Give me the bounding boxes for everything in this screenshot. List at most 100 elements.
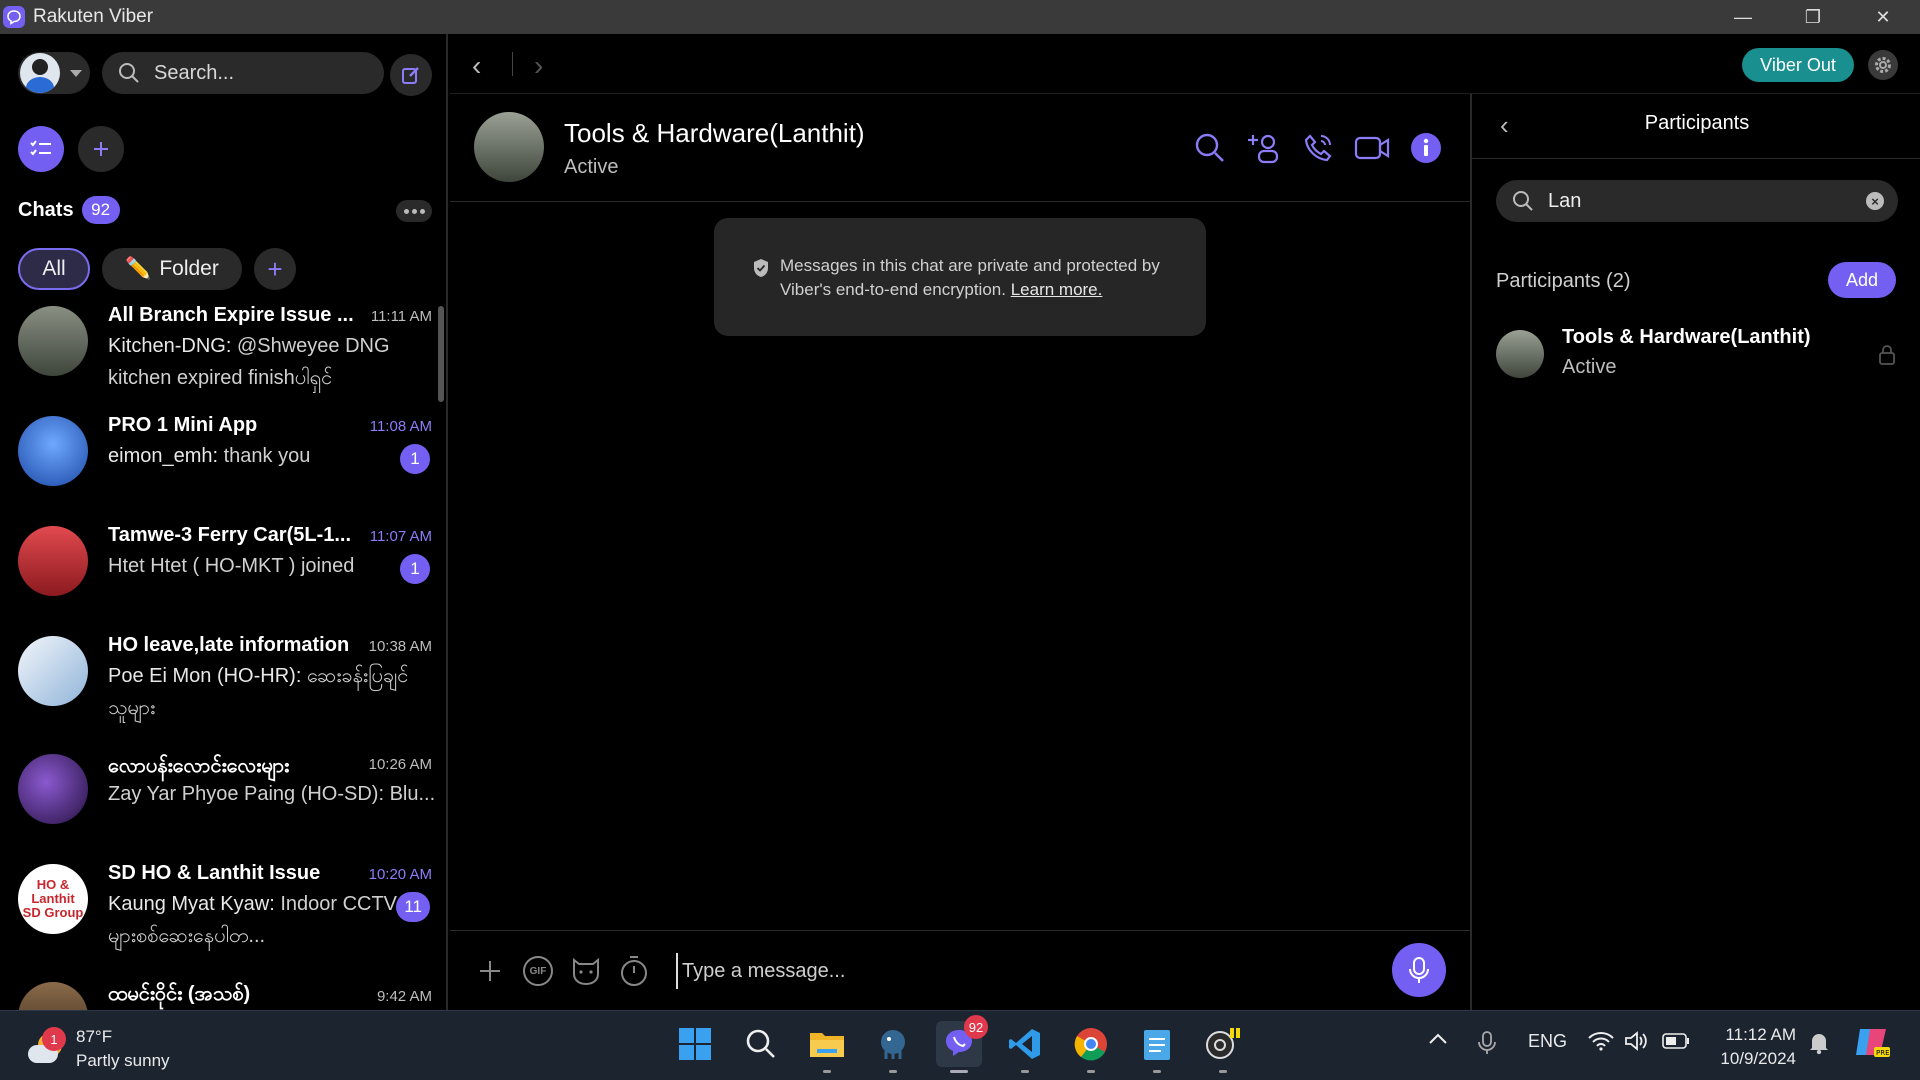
search-in-chat-button[interactable] (1190, 128, 1230, 168)
add-folder-button[interactable]: + (254, 248, 296, 290)
notification-bell-icon[interactable] (1808, 1031, 1830, 1060)
chat-name: HO leave,late information (108, 634, 350, 656)
system-clock[interactable]: 11:12 AM 10/9/2024 (1712, 1023, 1796, 1071)
start-button[interactable] (672, 1021, 718, 1067)
gif-button[interactable]: GIF (520, 953, 556, 989)
viber-app[interactable]: 92 (936, 1015, 988, 1073)
chat-time: 11:07 AM (369, 528, 432, 545)
unread-badge: 1 (400, 554, 430, 584)
viber-out-button[interactable]: Viber Out (1742, 48, 1854, 82)
attach-button[interactable] (472, 953, 508, 989)
postgres-app[interactable] (870, 1021, 916, 1073)
list-item[interactable]: လောပန်းလောင်းလေးများ 10:26 AM Zay Yar Ph… (0, 752, 440, 862)
chat-sender: Kaung Myat Kyaw: (108, 893, 275, 915)
back-arrow-icon[interactable]: ‹ (472, 50, 481, 82)
search-placeholder: Search... (154, 61, 235, 84)
obs-app[interactable] (1200, 1021, 1246, 1073)
nav-divider (512, 52, 513, 76)
navigation-bar: ‹ › (450, 34, 1920, 94)
list-item[interactable]: HO & Lanthit SD Group SD HO & Lanthit Iss… (0, 862, 440, 972)
participant-search-input[interactable]: Lan × (1496, 180, 1898, 222)
settings-button[interactable] (1868, 50, 1898, 80)
chat-preview: Htet Htet ( HO-MKT ) joined (108, 555, 355, 577)
chat-time: 10:20 AM (368, 866, 432, 883)
compose-button[interactable] (390, 54, 432, 96)
chat-name: ထမင်းဝိုင်း (အသစ်) (108, 983, 251, 1005)
message-input[interactable]: Type a message... (676, 953, 1376, 989)
filter-folder[interactable]: ✏️ Folder (102, 248, 242, 290)
chevron-down-icon[interactable] (70, 69, 82, 77)
volume-icon[interactable] (1624, 1031, 1648, 1056)
chats-header: Chats 92 (18, 196, 120, 224)
more-options-button[interactable] (396, 200, 432, 222)
weather-icon: 1 (28, 1027, 66, 1067)
chrome-icon (1074, 1028, 1107, 1061)
gif-icon: GIF (523, 956, 553, 986)
chat-list-scrollbar[interactable] (438, 306, 444, 402)
vscode-app[interactable] (1002, 1021, 1048, 1073)
search-input[interactable]: Search... (102, 52, 384, 94)
checklist-icon (30, 140, 51, 156)
weather-badge: 1 (42, 1027, 66, 1051)
sticker-button[interactable] (568, 953, 604, 989)
profile-switcher[interactable] (18, 52, 90, 94)
close-button[interactable]: ✕ (1848, 0, 1918, 34)
chat-time: 9:42 AM (376, 988, 432, 1005)
chrome-app[interactable] (1068, 1021, 1114, 1073)
taskbar-search-button[interactable] (738, 1021, 784, 1067)
avatar (18, 416, 88, 486)
shield-icon (754, 259, 768, 277)
clock-date: 10/9/2024 (1720, 1049, 1796, 1068)
avatar (18, 982, 88, 1012)
filter-folder-label: Folder (159, 257, 219, 280)
video-icon (1354, 136, 1390, 160)
chat-title[interactable]: Tools & Hardware(Lanthit) (564, 118, 865, 149)
restore-button[interactable]: ❐ (1778, 0, 1848, 34)
list-item[interactable]: HO leave,late information 10:38 AM Poe E… (0, 634, 440, 744)
participant-name: Tools & Hardware(Lanthit) (1562, 326, 1811, 348)
weather-widget[interactable]: 1 87°F Partly sunny (28, 1025, 170, 1073)
avatar: HO & Lanthit SD Group (18, 864, 88, 934)
battery-icon[interactable] (1662, 1033, 1690, 1054)
add-button[interactable] (78, 126, 124, 172)
message-composer: GIF Type a message... (450, 930, 1470, 1010)
voice-call-button[interactable] (1298, 128, 1338, 168)
pencil-icon: ✏️ (125, 257, 152, 280)
video-call-button[interactable] (1352, 128, 1392, 168)
avatar[interactable] (20, 53, 60, 93)
filter-chats-button[interactable] (18, 126, 64, 172)
language-indicator[interactable]: ENG (1528, 1031, 1567, 1052)
list-item[interactable]: ထမင်းဝိုင်း (အသစ်) 9:42 AM (0, 972, 440, 1012)
wifi-icon[interactable] (1588, 1031, 1614, 1056)
taskbar: 1 87°F Partly sunny 92 ENG 11:12 AM 10/9… (0, 1010, 1920, 1080)
chat-info-button[interactable] (1406, 128, 1446, 168)
list-item[interactable]: PRO 1 Mini App 11:08 AM eimon_emh: thank… (0, 414, 440, 524)
list-item[interactable]: Tamwe-3 Ferry Car(5L-1... 11:07 AM Htet … (0, 524, 440, 634)
participant-status: Active (1562, 356, 1617, 378)
participants-count-label: Participants (2) (1496, 270, 1631, 292)
participant-row[interactable]: Tools & Hardware(Lanthit) Active (1496, 324, 1898, 394)
clear-search-icon[interactable]: × (1866, 192, 1884, 210)
chat-name: PRO 1 Mini App (108, 414, 258, 436)
copilot-icon[interactable]: PRE (1854, 1025, 1890, 1064)
timer-button[interactable] (616, 953, 652, 989)
avatar[interactable] (474, 112, 544, 182)
minimize-button[interactable]: — (1708, 0, 1778, 34)
notepad-app[interactable] (1134, 1021, 1180, 1073)
voice-message-button[interactable] (1392, 943, 1446, 997)
viber-logo-icon (3, 6, 25, 28)
learn-more-link[interactable]: Learn more. (1011, 280, 1103, 299)
encryption-text: Messages in this chat are private and pr… (780, 256, 1160, 299)
add-participant-button[interactable] (1244, 128, 1284, 168)
filter-all[interactable]: All (18, 248, 90, 290)
add-participant-button[interactable]: Add (1828, 262, 1896, 298)
avatar (18, 754, 88, 824)
chat-name: Tamwe-3 Ferry Car(5L-1... (108, 524, 352, 546)
file-explorer-app[interactable] (804, 1021, 850, 1073)
list-item[interactable]: All Branch Expire Issue ... 11:11 AM Kit… (0, 304, 440, 414)
chat-header: Tools & Hardware(Lanthit) Active (450, 94, 1470, 202)
microphone-tray-icon[interactable] (1478, 1031, 1496, 1060)
forward-arrow-icon[interactable]: › (534, 50, 543, 82)
plus-icon (94, 142, 108, 156)
show-hidden-icons-button[interactable] (1428, 1029, 1448, 1050)
